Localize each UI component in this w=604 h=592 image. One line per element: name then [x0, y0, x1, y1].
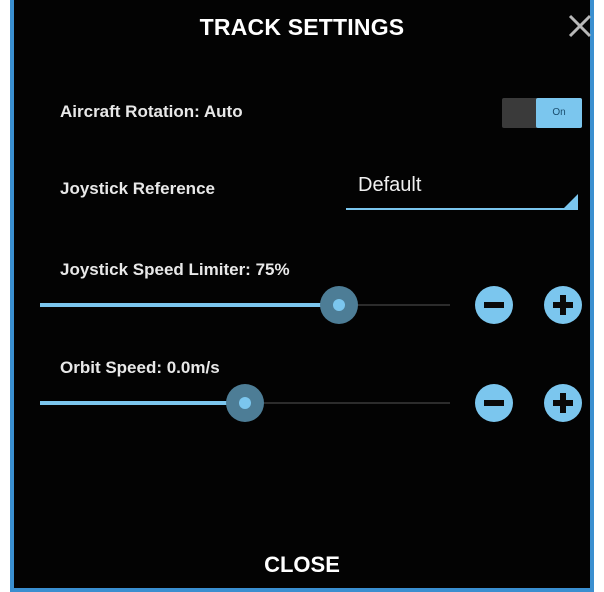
- close-button[interactable]: CLOSE: [0, 552, 604, 578]
- speed-limiter-decrease-button[interactable]: [475, 286, 513, 324]
- orbit-speed-increase-button[interactable]: [544, 384, 582, 422]
- dropdown-arrow-icon: [564, 194, 578, 208]
- speed-limiter-increase-button[interactable]: [544, 286, 582, 324]
- orbit-speed-slider[interactable]: [40, 383, 450, 423]
- slider-thumb[interactable]: [226, 384, 264, 422]
- joystick-reference-label: Joystick Reference: [60, 179, 215, 198]
- orbit-speed-label: Orbit Speed: 0.0m/s: [60, 358, 220, 377]
- slider-fill: [40, 401, 245, 405]
- speed-limiter-slider[interactable]: [40, 285, 450, 325]
- aircraft-rotation-label: Aircraft Rotation: Auto: [60, 102, 243, 121]
- speed-limiter-label: Joystick Speed Limiter: 75%: [60, 260, 290, 279]
- joystick-reference-value: Default: [358, 174, 422, 196]
- close-icon[interactable]: [568, 14, 592, 38]
- orbit-speed-decrease-button[interactable]: [475, 384, 513, 422]
- toggle-state-label: On: [536, 98, 582, 128]
- aircraft-rotation-toggle[interactable]: On: [502, 98, 582, 128]
- joystick-reference-dropdown[interactable]: Default: [346, 170, 578, 210]
- slider-thumb[interactable]: [320, 286, 358, 324]
- dialog-title: TRACK SETTINGS: [199, 14, 405, 40]
- slider-fill: [40, 303, 339, 307]
